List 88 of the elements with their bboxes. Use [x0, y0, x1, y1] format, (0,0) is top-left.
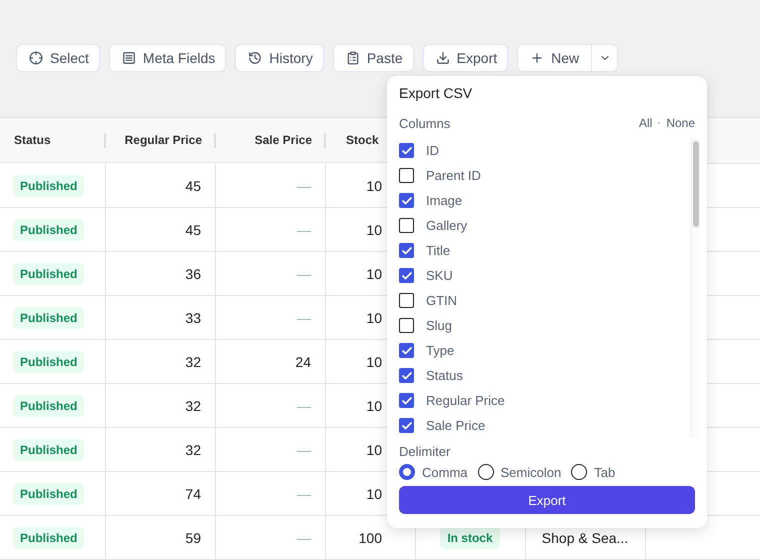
checkbox[interactable] [399, 343, 414, 358]
table-cell: 36 [185, 266, 201, 282]
column-option[interactable]: Gallery [399, 213, 691, 238]
table-cell: — [297, 530, 311, 546]
crosshair-icon [29, 51, 43, 65]
paste-button[interactable]: Paste [332, 44, 414, 72]
scrollbar[interactable] [691, 138, 700, 438]
stock-badge: In stock [440, 526, 500, 548]
column-option[interactable]: Regular Price [399, 388, 691, 413]
column-option[interactable]: Slug [399, 313, 691, 338]
table-cell: 45 [185, 222, 201, 238]
table-cell: 10 [366, 354, 382, 370]
table-cell: 33 [185, 310, 201, 326]
history-icon [248, 51, 262, 65]
table-cell: 10 [366, 266, 382, 282]
checkbox[interactable] [399, 243, 414, 258]
table-cell: — [297, 222, 311, 238]
column-option[interactable]: Sale Price [399, 413, 691, 438]
column-option[interactable]: Title [399, 238, 691, 263]
checkbox[interactable] [399, 318, 414, 333]
table-cell: Shop & Sea... [542, 530, 628, 546]
status-badge: Published [13, 526, 84, 548]
status-badge: Published [13, 174, 84, 196]
table-cell: 74 [185, 486, 201, 502]
checkbox[interactable] [399, 293, 414, 308]
column-header[interactable]: Sale Price [216, 118, 326, 163]
status-badge: Published [13, 394, 84, 416]
checkbox[interactable] [399, 193, 414, 208]
checkbox[interactable] [399, 168, 414, 183]
export-button[interactable]: Export [422, 44, 508, 72]
table-cell: 100 [358, 530, 382, 546]
table-cell: 10 [366, 178, 382, 194]
checkbox[interactable] [399, 143, 414, 158]
table-cell: — [297, 398, 311, 414]
table-cell: — [297, 266, 311, 282]
delimiter-option[interactable]: Semicolon [478, 464, 562, 480]
table-cell: — [297, 310, 311, 326]
table-cell: 32 [185, 398, 201, 414]
plus-icon [530, 51, 544, 65]
column-option[interactable]: Type [399, 338, 691, 363]
status-badge: Published [13, 482, 84, 504]
history-button[interactable]: History [235, 44, 324, 72]
table-cell: 32 [185, 442, 201, 458]
checkbox[interactable] [399, 218, 414, 233]
status-badge: Published [13, 262, 84, 284]
table-cell: 10 [366, 398, 382, 414]
new-button[interactable]: New [517, 44, 592, 72]
radio-button[interactable] [478, 464, 494, 480]
checkbox[interactable] [399, 393, 414, 408]
list-square-icon [122, 51, 136, 65]
delimiter-option[interactable]: Tab [571, 464, 616, 480]
table-cell: 24 [295, 354, 311, 370]
table-cell: 10 [366, 310, 382, 326]
checkbox[interactable] [399, 368, 414, 383]
radio-button[interactable] [399, 464, 415, 480]
status-badge: Published [13, 218, 84, 240]
column-option[interactable]: GTIN [399, 288, 691, 313]
table-cell: 10 [366, 486, 382, 502]
status-badge: Published [13, 306, 84, 328]
table-cell: 10 [366, 442, 382, 458]
delimiter-label: Delimiter [399, 444, 452, 459]
popup-title: Export CSV [399, 85, 472, 101]
table-cell: — [297, 486, 311, 502]
column-option[interactable]: Image [399, 188, 691, 213]
clipboard-icon [346, 51, 360, 65]
status-badge: Published [13, 350, 84, 372]
column-option[interactable]: Status [399, 363, 691, 388]
column-header[interactable]: Regular Price [106, 118, 216, 163]
table-cell: 32 [185, 354, 201, 370]
meta-button[interactable]: Meta Fields [108, 44, 226, 72]
checkbox[interactable] [399, 268, 414, 283]
table-cell: 10 [366, 222, 382, 238]
column-header[interactable]: Status [0, 118, 106, 163]
select-none-link[interactable]: None [666, 116, 695, 130]
table-cell: — [297, 178, 311, 194]
select-button[interactable]: Select [16, 44, 100, 72]
checkbox[interactable] [399, 418, 414, 433]
download-icon [436, 51, 450, 65]
export-button[interactable]: Export [399, 486, 695, 514]
column-option[interactable]: SKU [399, 263, 691, 288]
radio-button[interactable] [571, 464, 588, 480]
table-cell: 45 [185, 178, 201, 194]
delimiter-option[interactable]: Comma [399, 464, 468, 480]
table-cell: 59 [185, 530, 201, 546]
column-option[interactable]: Parent ID [399, 163, 691, 188]
status-badge: Published [13, 438, 84, 460]
select-all-link[interactable]: All [638, 116, 652, 130]
table-cell: — [297, 442, 311, 458]
